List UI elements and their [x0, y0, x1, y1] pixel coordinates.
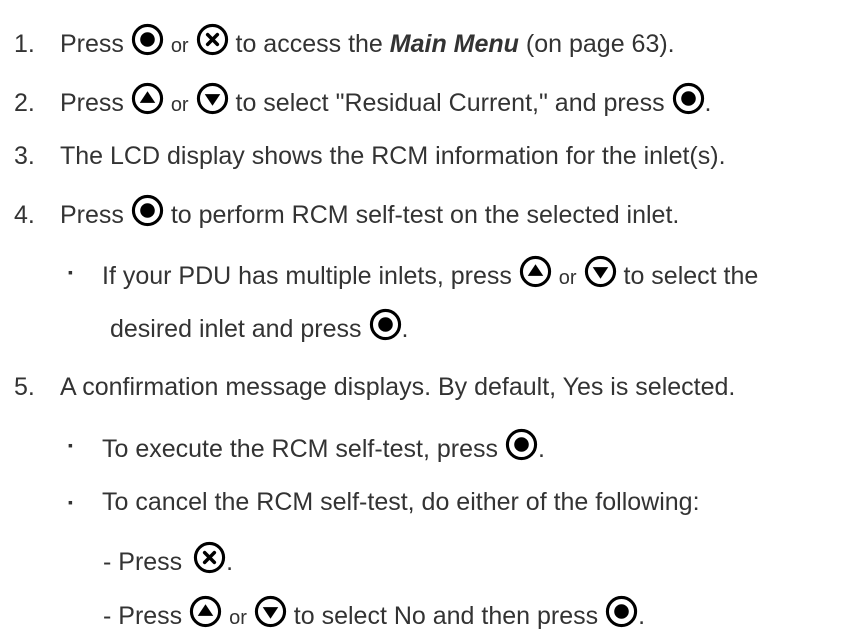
bullet-text: to select the: [623, 262, 759, 290]
bullet-marker: ▪: [68, 437, 73, 453]
down-arrow-button-icon: [196, 82, 229, 115]
step-5: 5. A confirmation message displays. By de…: [14, 370, 735, 404]
bullet-text: To cancel the RCM self-test, do either o…: [102, 488, 700, 516]
step-number: 3.: [14, 142, 35, 170]
sub-item-press-arrows: - Press or to select No and then press .: [103, 595, 645, 635]
bullet-marker: ▪: [68, 494, 73, 510]
bullet-marker: ▪: [68, 264, 73, 280]
ok-button-icon: [605, 595, 638, 628]
press-label: Press: [60, 30, 124, 58]
step-number: 4.: [14, 201, 35, 229]
step-text: The LCD display shows the RCM informatio…: [60, 142, 726, 170]
period: .: [226, 548, 234, 576]
or-label: or: [558, 267, 577, 289]
ok-button-icon: [131, 194, 164, 227]
step-text-tail: (on page 63).: [525, 30, 675, 58]
bullet-text: If your PDU has multiple inlets, press: [102, 262, 512, 290]
sub-item-text: to select No and then press: [293, 602, 599, 630]
period: .: [704, 89, 712, 117]
sub-item-prefix: - Press: [103, 602, 183, 630]
step-text: to select "Residual Current," and press: [235, 89, 665, 117]
or-label: or: [229, 607, 247, 629]
up-arrow-button-icon: [131, 82, 164, 115]
step-4: 4. Press to perform RCM self-test on the …: [14, 194, 679, 232]
bullet-cancel: To cancel the RCM self-test, do either o…: [102, 485, 700, 519]
period: .: [638, 602, 646, 630]
ok-button-icon: [369, 308, 402, 341]
step-1: 1. Press or to access the Main Menu (on p…: [14, 23, 675, 63]
main-menu-link[interactable]: Main Menu: [390, 30, 519, 58]
step-3: 3. The LCD display shows the RCM informat…: [14, 139, 726, 173]
bullet-text: To execute the RCM self-test, press: [102, 435, 498, 463]
or-label: or: [170, 35, 189, 57]
step-number: 1.: [14, 30, 35, 58]
or-label: or: [170, 94, 189, 116]
step-number: 5.: [14, 373, 35, 401]
period: .: [537, 435, 545, 463]
down-arrow-button-icon: [254, 595, 287, 628]
press-label: Press: [60, 201, 124, 229]
step-number: 2.: [14, 89, 35, 117]
up-arrow-button-icon: [519, 255, 552, 288]
step-2: 2. Press or to select "Residual Current,"…: [14, 82, 712, 122]
ok-button-icon: [505, 428, 538, 461]
ok-button-icon: [672, 82, 705, 115]
step-text: A confirmation message displays. By defa…: [60, 373, 736, 401]
cancel-x-button-icon: [196, 23, 229, 56]
step-text: to access the: [235, 30, 383, 58]
sub-item-press-cancel: - Press .: [103, 541, 233, 579]
period: .: [401, 315, 409, 343]
bullet-multiple-inlets-continued: desired inlet and press .: [110, 308, 408, 346]
bullet-text: desired inlet and press: [110, 315, 362, 343]
step-text: to perform RCM self-test on the selected…: [170, 201, 680, 229]
press-label: Press: [60, 89, 124, 117]
bullet-multiple-inlets: If your PDU has multiple inlets, press o…: [102, 255, 758, 295]
ok-button-icon: [131, 23, 164, 56]
sub-item-prefix: - Press: [103, 548, 183, 576]
cancel-x-button-icon: [193, 541, 226, 574]
down-arrow-button-icon: [584, 255, 617, 288]
up-arrow-button-icon: [189, 595, 222, 628]
bullet-execute: To execute the RCM self-test, press .: [102, 428, 545, 466]
